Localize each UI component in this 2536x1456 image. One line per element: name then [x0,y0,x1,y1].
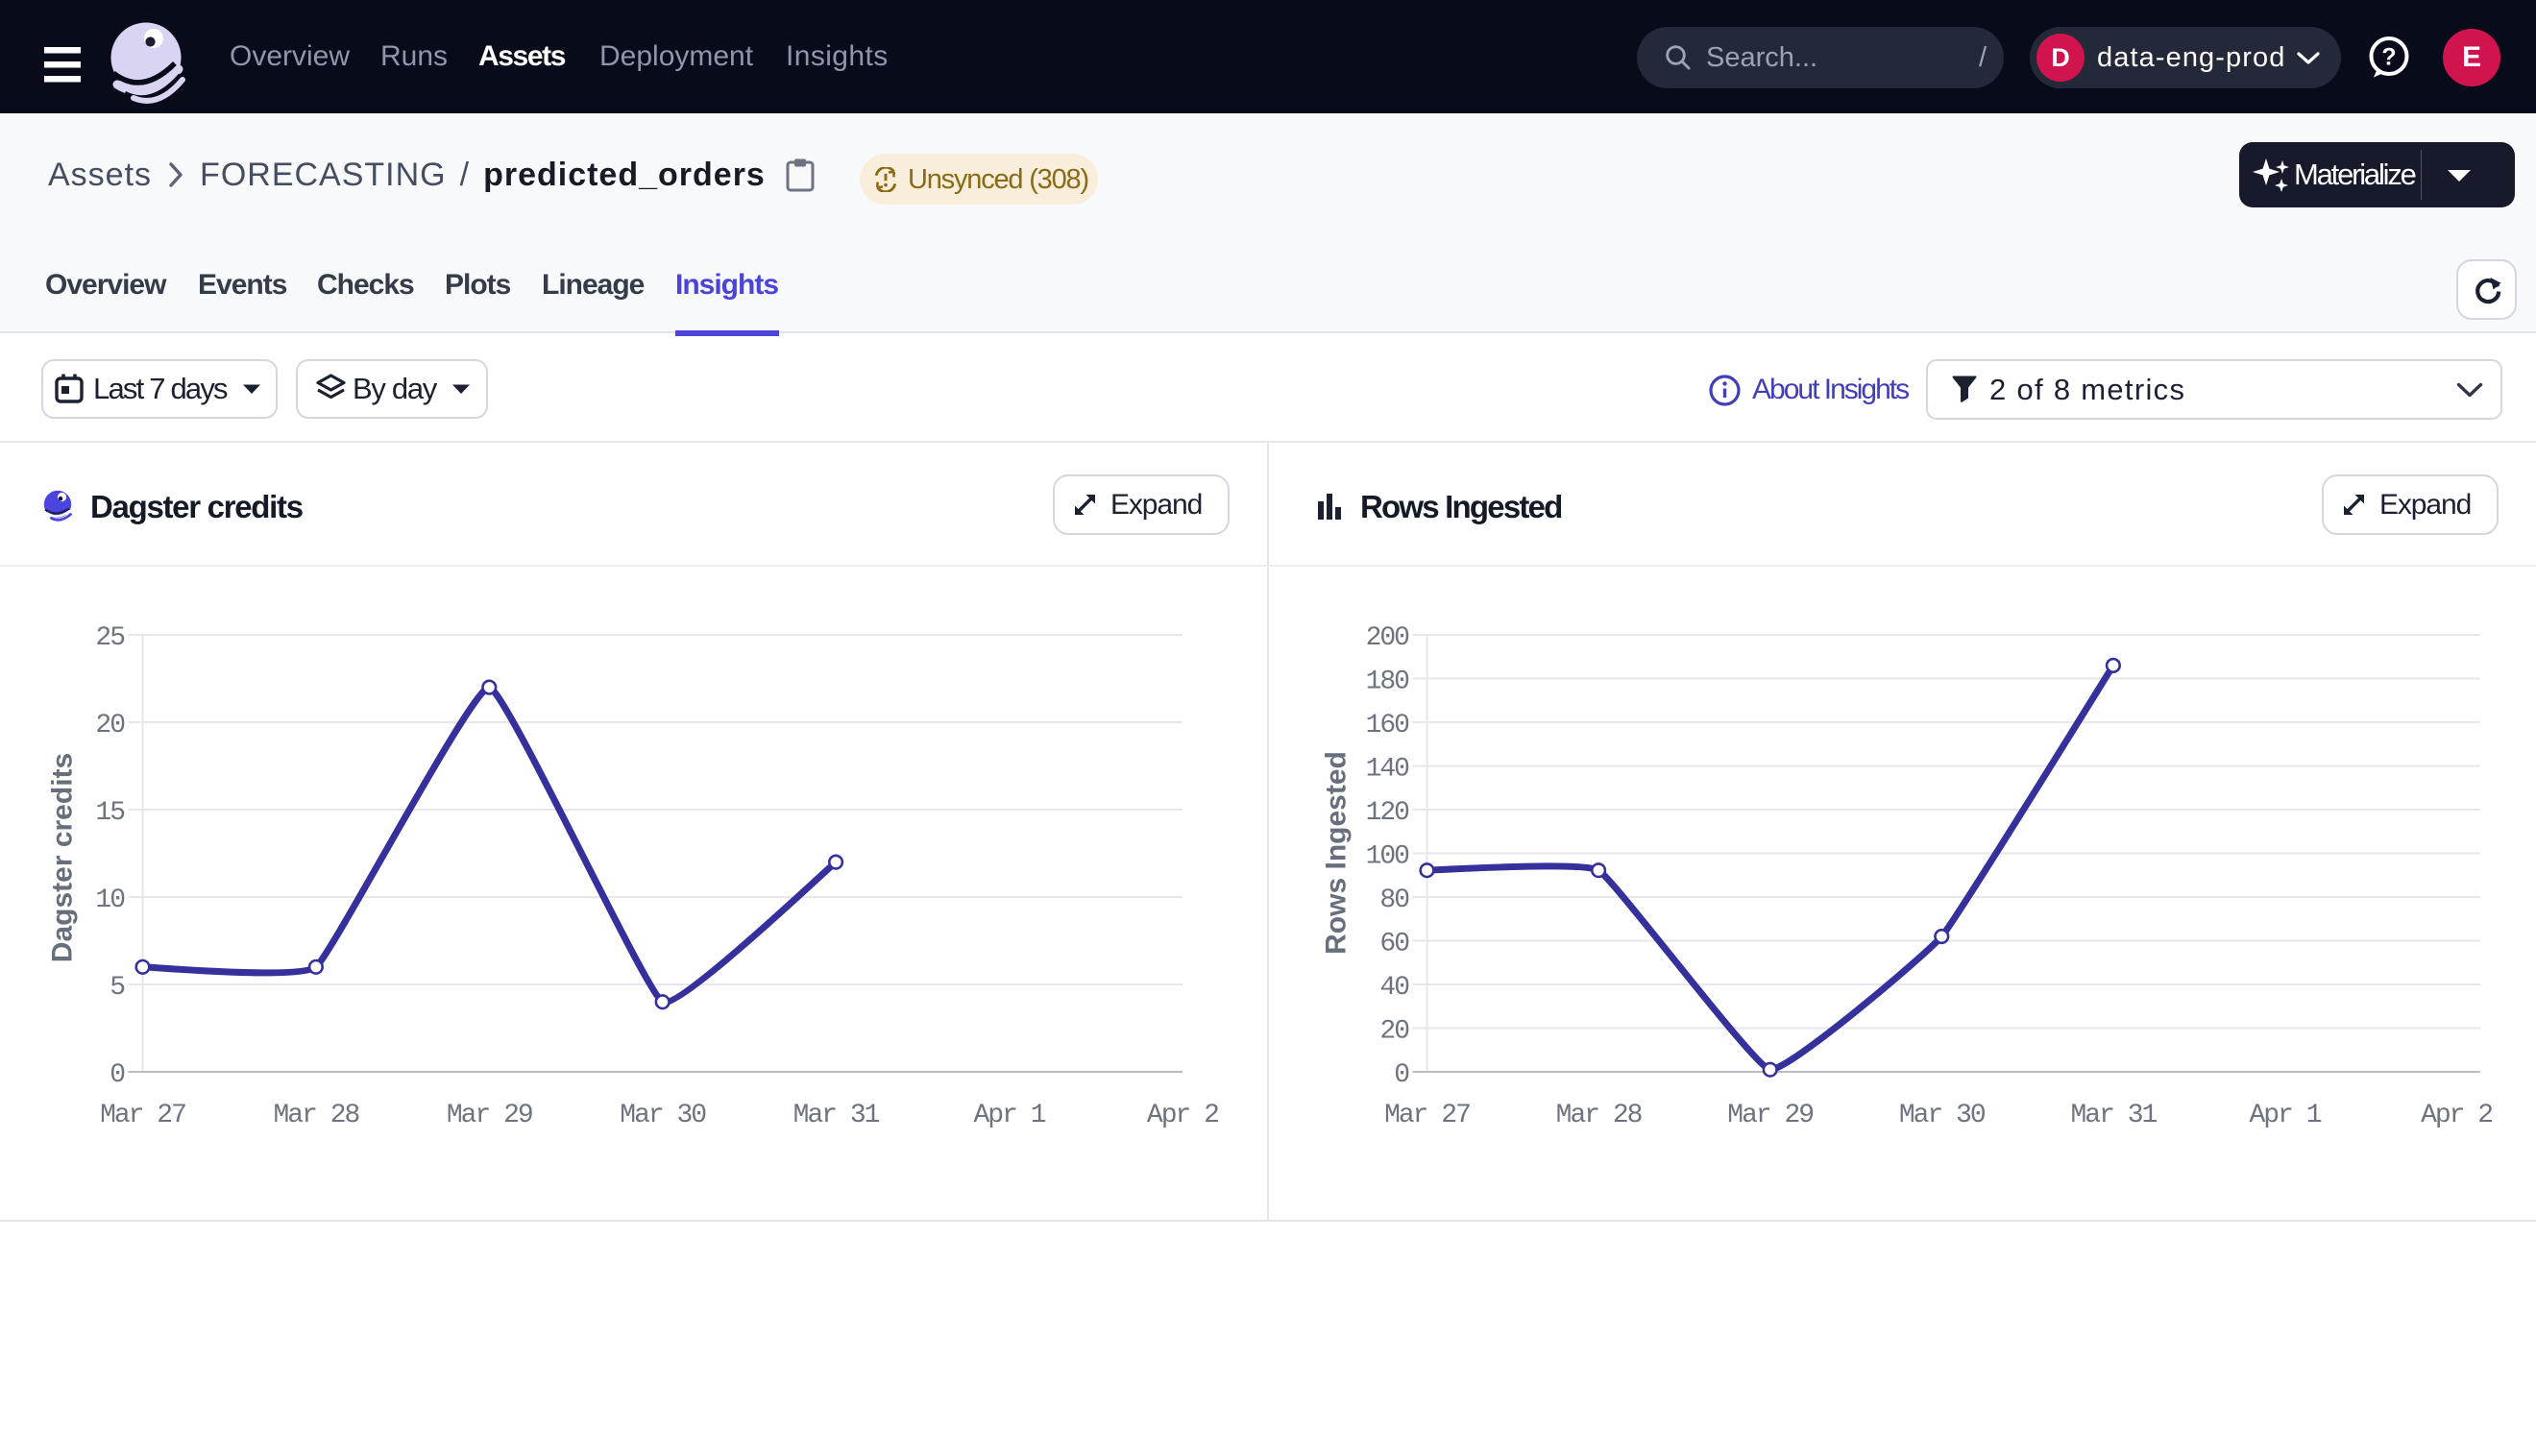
svg-text:Mar 29: Mar 29 [1727,1101,1813,1130]
svg-text:Apr 1: Apr 1 [2249,1101,2321,1130]
svg-text:40: 40 [1379,973,1409,1003]
svg-text:Mar 27: Mar 27 [1384,1101,1470,1130]
svg-text:200: 200 [1366,623,1410,653]
svg-text:100: 100 [1366,842,1410,872]
svg-text:160: 160 [1366,711,1410,740]
svg-text:Apr 1: Apr 1 [973,1101,1045,1130]
svg-text:80: 80 [1379,886,1409,915]
svg-text:Dagster credits: Dagster credits [47,753,79,962]
svg-text:180: 180 [1366,667,1410,697]
svg-text:Mar 28: Mar 28 [273,1101,358,1130]
svg-text:Mar 28: Mar 28 [1556,1101,1642,1130]
svg-text:Mar 29: Mar 29 [447,1101,532,1130]
svg-text:Apr 2: Apr 2 [2421,1101,2492,1130]
svg-text:140: 140 [1366,755,1410,785]
svg-text:15: 15 [95,798,125,828]
svg-text:20: 20 [95,711,125,740]
svg-text:Rows Ingested: Rows Ingested [1321,751,1353,955]
svg-text:20: 20 [1379,1017,1409,1047]
svg-text:Mar 30: Mar 30 [1899,1101,1986,1130]
svg-text:60: 60 [1379,930,1409,959]
svg-text:5: 5 [110,973,125,1003]
svg-text:25: 25 [95,623,125,653]
svg-text:Mar 30: Mar 30 [620,1101,706,1130]
svg-text:Apr 2: Apr 2 [1147,1101,1218,1130]
svg-text:Mar 31: Mar 31 [2070,1101,2157,1130]
svg-text:0: 0 [110,1060,125,1090]
svg-text:0: 0 [1394,1060,1409,1090]
svg-text:Mar 27: Mar 27 [100,1101,185,1130]
svg-text:Mar 31: Mar 31 [793,1101,880,1130]
svg-text:10: 10 [95,886,125,915]
svg-text:120: 120 [1366,798,1410,828]
